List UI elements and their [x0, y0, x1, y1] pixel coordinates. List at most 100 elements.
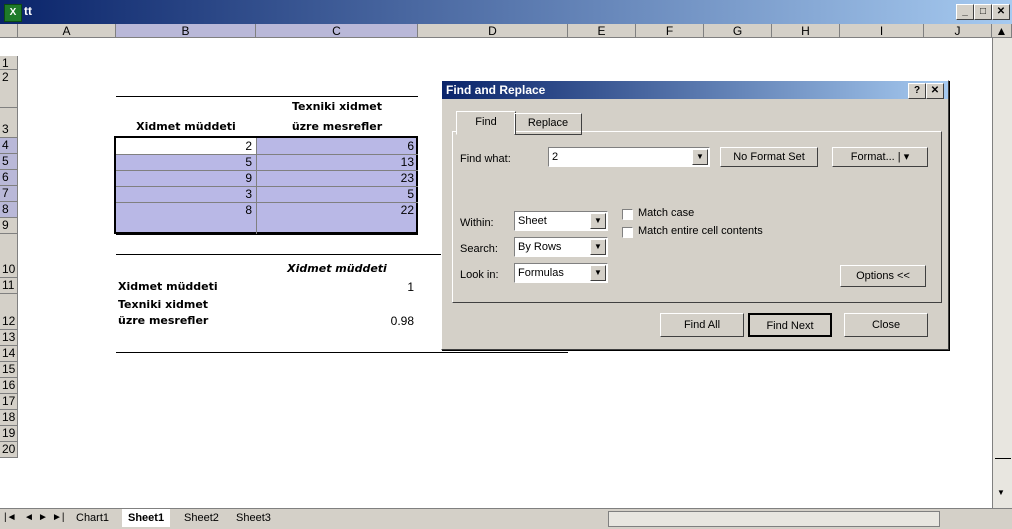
tab-sheet1[interactable]: Sheet1: [122, 509, 171, 527]
find-next-button[interactable]: Find Next: [748, 313, 832, 337]
match-entire-checkbox[interactable]: [622, 227, 633, 238]
cell-b11[interactable]: Xidmet müddeti: [118, 280, 256, 293]
format-button[interactable]: Format... | ▾: [832, 147, 928, 167]
tab-prev-icon[interactable]: ◄: [24, 512, 34, 523]
row-header-15[interactable]: 15: [0, 362, 18, 378]
title-bar: X tt _ □ ✕: [0, 0, 1012, 24]
row-header-19[interactable]: 19: [0, 426, 18, 442]
cell-c5[interactable]: 13: [256, 155, 414, 169]
row-header-9[interactable]: 9: [0, 218, 18, 234]
find-all-button[interactable]: Find All: [660, 313, 744, 337]
tab-sheet3[interactable]: Sheet3: [230, 509, 277, 527]
cell-b7[interactable]: 3: [116, 187, 252, 201]
header-xidmet-muddeti[interactable]: Xidmet müddeti: [116, 120, 256, 133]
row-header-12[interactable]: 12: [0, 294, 18, 330]
look-in-select[interactable]: Formulas ▼: [514, 263, 608, 283]
options-button[interactable]: Options <<: [840, 265, 926, 287]
scroll-up-arrow[interactable]: ▲: [992, 24, 1012, 38]
second-table-bottom-border: [116, 352, 568, 353]
select-all-corner[interactable]: [0, 24, 18, 38]
cell-c6[interactable]: 23: [256, 171, 414, 185]
chevron-down-icon[interactable]: ▼: [590, 265, 606, 281]
vertical-scrollbar[interactable]: ▼: [992, 38, 1012, 508]
column-header-b[interactable]: B: [116, 24, 256, 38]
cell-c10[interactable]: Xidmet müddeti: [256, 262, 418, 275]
column-header-i[interactable]: I: [840, 24, 924, 38]
row-header-20[interactable]: 20: [0, 442, 18, 458]
column-header-g[interactable]: G: [704, 24, 772, 38]
cell-b6[interactable]: 9: [116, 171, 252, 185]
column-header-e[interactable]: E: [568, 24, 636, 38]
scroll-down-arrow[interactable]: ▼: [997, 488, 1005, 497]
header-texniki-line2[interactable]: üzre mesrefler: [256, 120, 418, 133]
horizontal-scrollbar[interactable]: [608, 511, 940, 527]
cell-b5[interactable]: 5: [116, 155, 252, 169]
match-case-checkbox[interactable]: [622, 209, 633, 220]
row-header-7[interactable]: 7: [0, 186, 18, 202]
search-select[interactable]: By Rows ▼: [514, 237, 608, 257]
within-select[interactable]: Sheet ▼: [514, 211, 608, 231]
tab-next-icon[interactable]: ►: [38, 512, 48, 523]
tab-last-icon[interactable]: ►|: [52, 512, 65, 523]
window-title: tt: [24, 4, 32, 18]
search-label: Search:: [460, 243, 498, 255]
table-bottom-border: [116, 234, 418, 235]
excel-icon[interactable]: X: [4, 4, 22, 22]
match-entire-label[interactable]: Match entire cell contents: [638, 225, 763, 237]
row-header-1[interactable]: 1: [0, 56, 18, 70]
cell-b12-line2[interactable]: üzre mesrefler: [118, 314, 256, 327]
row-header-18[interactable]: 18: [0, 410, 18, 426]
cell-c11[interactable]: 1: [256, 280, 414, 294]
tab-replace[interactable]: Replace: [514, 113, 582, 135]
cell-b4[interactable]: 2: [116, 139, 252, 153]
row-header-14[interactable]: 14: [0, 346, 18, 362]
cell-b12-line1[interactable]: Texniki xidmet: [118, 298, 256, 311]
row-header-16[interactable]: 16: [0, 378, 18, 394]
row-header-8[interactable]: 8: [0, 202, 18, 218]
row-header-11[interactable]: 11: [0, 278, 18, 294]
cell-c7[interactable]: 5: [256, 187, 414, 201]
find-what-value: 2: [552, 151, 559, 163]
chevron-down-icon[interactable]: ▼: [590, 239, 606, 255]
row-header-17[interactable]: 17: [0, 394, 18, 410]
row-header-13[interactable]: 13: [0, 330, 18, 346]
column-header-c[interactable]: C: [256, 24, 418, 38]
cell-b8[interactable]: 8: [116, 203, 252, 217]
column-header-d[interactable]: D: [418, 24, 568, 38]
no-format-indicator: No Format Set: [720, 147, 818, 167]
cell-c4[interactable]: 6: [256, 139, 414, 153]
column-header-h[interactable]: H: [772, 24, 840, 38]
close-button[interactable]: Close: [844, 313, 928, 337]
help-button[interactable]: ?: [908, 83, 926, 99]
row-header-5[interactable]: 5: [0, 154, 18, 170]
restore-button[interactable]: □: [974, 4, 992, 20]
cell-c8[interactable]: 22: [256, 203, 414, 217]
tab-first-icon[interactable]: |◄: [4, 512, 17, 523]
chevron-down-icon[interactable]: ▼: [590, 213, 606, 229]
tab-sheet2[interactable]: Sheet2: [178, 509, 225, 527]
row-header-10[interactable]: 10: [0, 234, 18, 278]
cell-c12[interactable]: 0.98: [256, 314, 414, 328]
column-header-f[interactable]: F: [636, 24, 704, 38]
minimize-button[interactable]: _: [956, 4, 974, 20]
gridline: [116, 202, 418, 203]
gridline: [116, 186, 418, 187]
row-header-3[interactable]: 3: [0, 108, 18, 138]
row-header-4[interactable]: 4: [0, 138, 18, 154]
gridline: [116, 170, 418, 171]
match-case-label[interactable]: Match case: [638, 207, 694, 219]
find-what-input[interactable]: 2 ▼: [548, 147, 710, 167]
scroll-thumb[interactable]: [995, 458, 1011, 459]
close-window-button[interactable]: ✕: [992, 4, 1010, 20]
row-header-6[interactable]: 6: [0, 170, 18, 186]
within-label: Within:: [460, 217, 494, 229]
header-texniki-line1[interactable]: Texniki xidmet: [256, 100, 418, 113]
column-header-j[interactable]: J: [924, 24, 992, 38]
row-header-2[interactable]: 2: [0, 70, 18, 108]
tab-find[interactable]: Find: [456, 111, 516, 135]
dialog-close-icon[interactable]: ✕: [926, 83, 944, 99]
within-value: Sheet: [518, 215, 547, 227]
tab-chart1[interactable]: Chart1: [70, 509, 115, 527]
chevron-down-icon[interactable]: ▼: [692, 149, 708, 165]
column-header-a[interactable]: A: [18, 24, 116, 38]
